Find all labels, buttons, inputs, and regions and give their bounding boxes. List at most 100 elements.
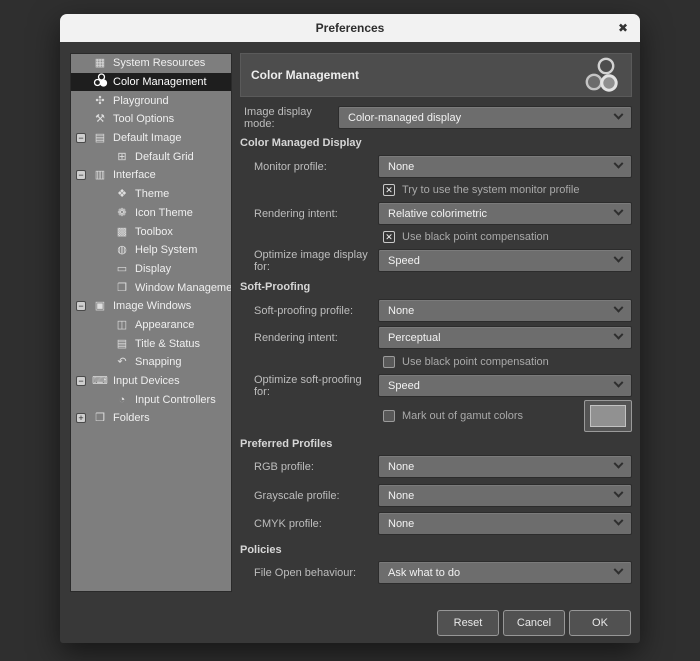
chip-icon: ▦	[92, 55, 108, 71]
chevron-down-icon	[614, 110, 624, 120]
selected-value: Speed	[388, 380, 420, 392]
selected-value: Ask what to do	[388, 567, 460, 579]
chevron-down-icon	[614, 330, 624, 340]
optimize-image-display-label: Optimize image display for:	[240, 249, 378, 273]
sidebar-item-interface[interactable]: − ▥ Interface	[71, 166, 231, 185]
close-icon[interactable]: ✖	[618, 14, 628, 42]
expander-minus-icon[interactable]: −	[76, 376, 86, 386]
file-open-behaviour-row: File Open behaviour: Ask what to do	[240, 561, 632, 584]
checkbox-unchecked[interactable]	[383, 410, 395, 422]
optimize-image-display-row: Optimize image display for: Speed	[240, 249, 632, 272]
sidebar-item-label: Appearance	[135, 319, 194, 331]
optimize-image-display-select[interactable]: Speed	[378, 249, 632, 272]
sidebar-item-title-status[interactable]: ▤ Title & Status	[71, 334, 231, 353]
chevron-down-icon	[614, 516, 624, 526]
sidebar-item-toolbox[interactable]: ▩ Toolbox	[71, 222, 231, 241]
expander-minus-icon[interactable]: −	[76, 170, 86, 180]
cmyk-profile-select[interactable]: None	[378, 512, 632, 535]
appearance-icon: ◫	[114, 317, 130, 333]
preferences-dialog: Preferences ✖ ▦ System Resources Color M…	[60, 14, 640, 643]
sidebar-item-label: Input Devices	[113, 375, 180, 387]
expander-minus-icon[interactable]: −	[76, 301, 86, 311]
image-display-mode-select[interactable]: Color-managed display	[338, 106, 632, 129]
selected-value: Relative colorimetric	[388, 208, 487, 220]
checkbox-label[interactable]: Mark out of gamut colors	[402, 410, 523, 422]
rgb-profile-row: RGB profile: None	[240, 455, 632, 478]
preferences-tree: ▦ System Resources Color Management ✣ Pl…	[70, 53, 232, 592]
sidebar-item-folders[interactable]: + ❒ Folders	[71, 409, 231, 428]
sidebar-item-snapping[interactable]: ↶ Snapping	[71, 353, 231, 372]
file-open-behaviour-select[interactable]: Ask what to do	[378, 561, 632, 584]
cmyk-profile-row: CMYK profile: None	[240, 512, 632, 535]
sidebar-item-default-image[interactable]: − ▤ Default Image	[71, 129, 231, 148]
system-monitor-profile-checkbox-row: ✕ Try to use the system monitor profile	[383, 183, 632, 197]
toolbox-icon: ▩	[114, 224, 130, 240]
sidebar-item-theme[interactable]: ❖ Theme	[71, 185, 231, 204]
sidebar-item-window-management[interactable]: ❐ Window Management	[71, 278, 231, 297]
titlebar[interactable]: Preferences ✖	[60, 14, 640, 42]
sidebar-item-input-devices[interactable]: − ⌨ Input Devices	[71, 372, 231, 391]
cancel-button[interactable]: Cancel	[503, 610, 565, 636]
grayscale-profile-label: Grayscale profile:	[240, 490, 378, 502]
selected-value: None	[388, 490, 414, 502]
sidebar-item-playground[interactable]: ✣ Playground	[71, 91, 231, 110]
dialog-buttons: Reset Cancel OK	[437, 610, 631, 636]
sidebar-item-label: Help System	[135, 244, 197, 256]
sidebar-item-icon-theme[interactable]: ❁ Icon Theme	[71, 204, 231, 223]
expander-minus-icon[interactable]: −	[76, 133, 86, 143]
sidebar-item-input-controllers[interactable]: ◔ Input Controllers	[71, 390, 231, 409]
chevron-down-icon	[614, 253, 624, 263]
sidebar-item-label: Display	[135, 263, 171, 275]
rgb-profile-select[interactable]: None	[378, 455, 632, 478]
reset-button[interactable]: Reset	[437, 610, 499, 636]
title-status-icon: ▤	[114, 336, 130, 352]
image-icon: ▤	[92, 130, 108, 146]
gamut-color-swatch	[590, 405, 626, 427]
proof-rendering-intent-select[interactable]: Perceptual	[378, 326, 632, 349]
gamut-color-button[interactable]	[584, 400, 632, 432]
checkbox-checked[interactable]: ✕	[383, 231, 395, 243]
folder-icon: ❒	[92, 410, 108, 426]
page-title: Color Management	[251, 68, 359, 82]
optimize-soft-proofing-select[interactable]: Speed	[378, 374, 632, 397]
monitor-profile-select[interactable]: None	[378, 155, 632, 178]
checkbox-label[interactable]: Use black point compensation	[402, 231, 549, 243]
sidebar-item-label: Snapping	[135, 356, 182, 368]
sidebar-item-help-system[interactable]: ◍ Help System	[71, 241, 231, 260]
checkbox-label[interactable]: Use black point compensation	[402, 356, 549, 368]
display-bpc-checkbox-row: ✕ Use black point compensation	[383, 230, 632, 244]
soft-proofing-profile-select[interactable]: None	[378, 299, 632, 322]
checkbox-label[interactable]: Try to use the system monitor profile	[402, 184, 580, 196]
rgb-profile-label: RGB profile:	[240, 461, 378, 473]
chevron-down-icon	[614, 459, 624, 469]
display-rendering-intent-select[interactable]: Relative colorimetric	[378, 202, 632, 225]
image-display-mode-label: Image display mode:	[240, 106, 338, 130]
grayscale-profile-select[interactable]: None	[378, 484, 632, 507]
checkbox-unchecked[interactable]	[383, 356, 395, 368]
sidebar-item-color-management[interactable]: Color Management	[71, 73, 231, 92]
gamut-row: Mark out of gamut colors	[383, 400, 632, 432]
checkbox-checked[interactable]: ✕	[383, 184, 395, 196]
sidebar-item-label: Theme	[135, 188, 169, 200]
selected-value: Color-managed display	[348, 112, 461, 124]
sidebar-item-default-grid[interactable]: ⊞ Default Grid	[71, 147, 231, 166]
theme-icon: ❖	[114, 186, 130, 202]
interface-icon: ▥	[92, 167, 108, 183]
expander-plus-icon[interactable]: +	[76, 413, 86, 423]
monitor-profile-label: Monitor profile:	[240, 161, 378, 173]
ok-button[interactable]: OK	[569, 610, 631, 636]
proof-rendering-intent-row: Rendering intent: Perceptual	[240, 326, 632, 349]
tools-icon: ⚒	[92, 111, 108, 127]
sidebar-item-display[interactable]: ▭ Display	[71, 260, 231, 279]
sidebar-item-tool-options[interactable]: ⚒ Tool Options	[71, 110, 231, 129]
soft-proofing-profile-row: Soft-proofing profile: None	[240, 299, 632, 322]
sidebar-item-system-resources[interactable]: ▦ System Resources	[71, 54, 231, 73]
sidebar-item-label: Image Windows	[113, 300, 191, 312]
sidebar-item-appearance[interactable]: ◫ Appearance	[71, 316, 231, 335]
color-circles-icon	[92, 73, 108, 92]
monitor-profile-row: Monitor profile: None	[240, 155, 632, 178]
fan-icon: ✣	[92, 93, 108, 109]
sidebar-item-image-windows[interactable]: − ▣ Image Windows	[71, 297, 231, 316]
soft-proofing-profile-label: Soft-proofing profile:	[240, 305, 378, 317]
sidebar-item-label: Default Image	[113, 132, 181, 144]
